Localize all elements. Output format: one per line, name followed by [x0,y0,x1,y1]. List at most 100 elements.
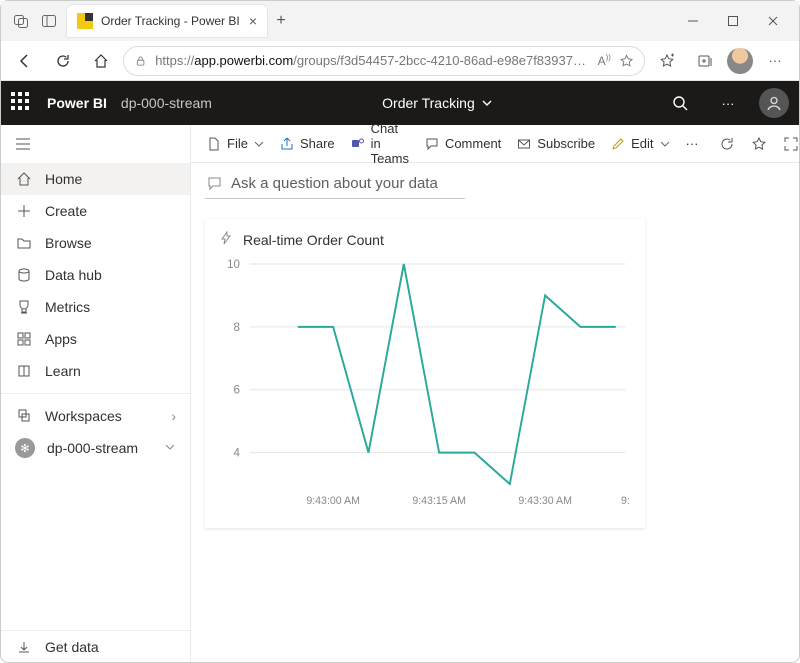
svg-text:9:43:15 AM: 9:43:15 AM [412,495,466,507]
plus-icon [15,202,33,220]
new-tab-button[interactable]: + [267,12,295,30]
svg-text:9:: 9: [621,495,630,507]
sidebar-item-label: Workspaces [45,408,122,424]
line-chart: 4 6 8 10 9:43:00 AM 9:43:15 AM 9:43:30 AM 9: [213,254,637,514]
workspaces-icon [15,407,33,425]
browser-tab[interactable]: Order Tracking - Power BI × [67,5,267,37]
chevron-right-icon: › [171,408,176,424]
search-icon[interactable] [663,86,697,120]
fullscreen-icon[interactable] [777,129,800,159]
pencil-icon [611,137,625,151]
sidebar-item-browse[interactable]: Browse [1,227,190,259]
svg-text:9:43:00 AM: 9:43:00 AM [306,495,360,507]
chevron-down-icon [254,139,264,149]
close-icon[interactable]: × [249,13,257,29]
account-icon[interactable] [759,88,789,118]
dashboard-tile[interactable]: Real-time Order Count 4 6 8 10 9:43:00 AM 9:4… [205,219,645,528]
sidebar-item-label: Browse [45,235,92,251]
svg-text:10: 10 [227,258,240,271]
powerbi-header: Power BI dp-000-stream Order Tracking ··… [1,81,799,125]
more-header-icon[interactable]: ··· [711,86,745,120]
svg-text:8: 8 [234,321,241,334]
toolbar-label: Comment [445,136,501,151]
refresh-tile-icon[interactable] [713,129,741,159]
more-icon[interactable]: ··· [759,45,791,77]
book-icon [15,362,33,380]
powerbi-favicon [77,13,93,29]
toolbar-label: Chat in Teams [371,121,409,166]
sidebar: Home Create Browse Data hub Metrics Apps… [1,125,191,662]
trophy-icon [15,298,33,316]
favorites-icon[interactable] [651,45,683,77]
home-button[interactable] [85,45,117,77]
sidebar-item-home[interactable]: Home [1,163,190,195]
reader-mode-icon[interactable]: A)) [598,53,611,68]
toolbar-more[interactable]: ··· [680,129,705,159]
toolbar-label: Share [300,136,335,151]
chevron-down-icon [481,97,493,109]
chat-icon [207,176,223,192]
svg-text:6: 6 [234,384,241,397]
dashboard-dropdown[interactable]: Order Tracking [226,95,649,111]
comment-button[interactable]: Comment [419,129,507,159]
subscribe-button[interactable]: Subscribe [511,129,601,159]
app-launcher-icon[interactable] [11,92,33,114]
sidebar-item-label: Apps [45,331,77,347]
maximize-button[interactable] [713,5,753,37]
hamburger-icon[interactable] [1,125,190,163]
share-button[interactable]: Share [274,129,341,159]
action-toolbar: File Share Chat in Teams Comment Subscri… [191,125,799,163]
svg-text:4: 4 [234,446,241,459]
collections-icon[interactable] [689,45,721,77]
mail-icon [517,137,531,151]
getdata-icon [15,638,33,656]
sidebar-item-apps[interactable]: Apps [1,323,190,355]
apps-icon [15,330,33,348]
share-icon [280,137,294,151]
tile-title: Real-time Order Count [243,232,384,248]
tab-actions-icon[interactable] [7,7,35,35]
sidebar-item-workspaces[interactable]: Workspaces › [1,400,190,432]
sidebar-item-create[interactable]: Create [1,195,190,227]
sidebar-item-datahub[interactable]: Data hub [1,259,190,291]
minimize-button[interactable] [673,5,713,37]
sidebar-item-metrics[interactable]: Metrics [1,291,190,323]
file-menu[interactable]: File [201,129,270,159]
sidebar-item-get-data[interactable]: Get data [1,630,190,662]
edit-button[interactable]: Edit [605,129,675,159]
close-window-button[interactable] [753,5,793,37]
refresh-button[interactable] [47,45,79,77]
product-name: Power BI [47,95,107,111]
back-button[interactable] [9,45,41,77]
sidebar-item-label: Create [45,203,87,219]
lock-icon [134,54,147,68]
workspace-avatar-icon: ✻ [15,438,35,458]
comment-icon [425,137,439,151]
sidebar-item-label: Metrics [45,299,90,315]
workspace-name: dp-000-stream [121,95,212,111]
sidebar-item-label: Data hub [45,267,102,283]
favorite-icon[interactable] [745,129,773,159]
toolbar-label: Edit [631,136,653,151]
datahub-icon [15,266,33,284]
home-icon [15,170,33,188]
favorite-star-icon[interactable] [619,53,634,69]
sidebar-item-label: Learn [45,363,81,379]
dashboard-title: Order Tracking [382,95,475,111]
sidebar-toggle-icon[interactable] [35,7,63,35]
sidebar-item-label: dp-000-stream [47,440,138,456]
teams-icon [351,137,365,151]
sidebar-item-label: Get data [45,639,99,655]
tab-title: Order Tracking - Power BI [101,14,241,28]
sidebar-item-label: Home [45,171,82,187]
sidebar-item-current-workspace[interactable]: ✻ dp-000-stream [1,432,190,464]
ask-question-input[interactable]: Ask a question about your data [205,171,465,199]
file-icon [207,137,221,151]
sidebar-item-learn[interactable]: Learn [1,355,190,387]
browser-titlebar: Order Tracking - Power BI × + [1,1,799,41]
profile-avatar[interactable] [727,48,753,74]
chat-teams-button[interactable]: Chat in Teams [345,129,415,159]
folder-icon [15,234,33,252]
url-input[interactable]: https://app.powerbi.com/groups/f3d54457-… [123,46,645,76]
svg-text:9:43:30 AM: 9:43:30 AM [518,495,572,507]
